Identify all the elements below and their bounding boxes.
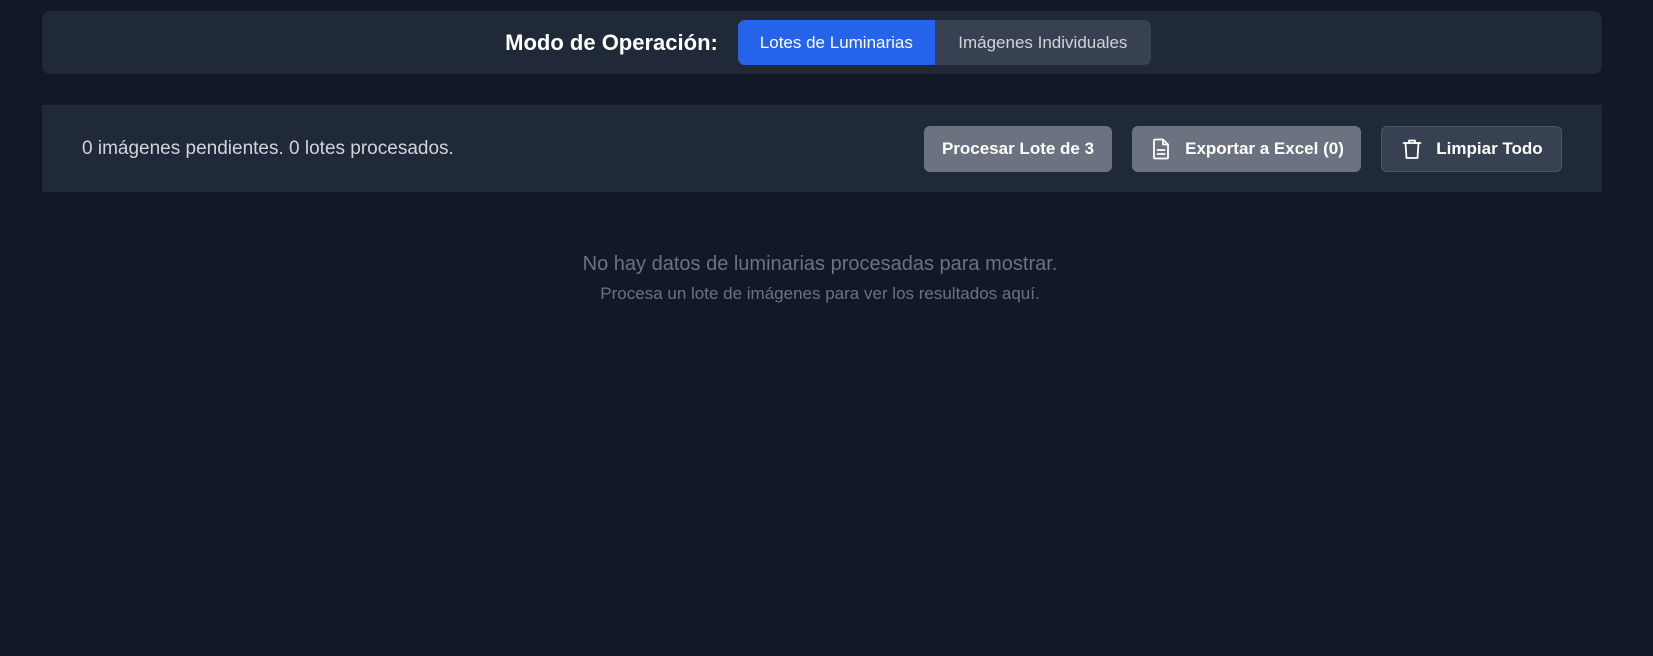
clear-all-button[interactable]: Limpiar Todo [1381, 125, 1562, 172]
process-batch-button[interactable]: Procesar Lote de 3 [924, 125, 1112, 172]
trash-icon [1400, 137, 1424, 161]
mode-selector-panel: Modo de Operación: Lotes de Luminarias I… [42, 11, 1602, 74]
mode-individual-button[interactable]: Imágenes Individuales [935, 20, 1151, 65]
empty-state-hint: Procesa un lote de imágenes para ver los… [600, 284, 1040, 303]
empty-state-message: No hay datos de luminarias procesadas pa… [582, 253, 1058, 275]
action-buttons: Procesar Lote de 3 Exportar a Excel (0) [924, 125, 1562, 172]
mode-batch-button[interactable]: Lotes de Luminarias [737, 20, 935, 65]
mode-toggle: Lotes de Luminarias Imágenes Individuale… [737, 20, 1151, 65]
process-batch-label: Procesar Lote de 3 [941, 138, 1095, 158]
document-icon [1149, 137, 1173, 161]
action-bar: 0 imágenes pendientes. 0 lotes procesado… [42, 105, 1602, 192]
empty-state: No hay datos de luminarias procesadas pa… [0, 253, 1640, 304]
export-excel-button[interactable]: Exportar a Excel (0) [1132, 125, 1361, 172]
status-text: 0 imágenes pendientes. 0 lotes procesado… [82, 137, 454, 159]
clear-all-label: Limpiar Todo [1436, 138, 1543, 158]
export-excel-label: Exportar a Excel (0) [1185, 138, 1344, 158]
mode-title: Modo de Operación: [505, 29, 718, 55]
